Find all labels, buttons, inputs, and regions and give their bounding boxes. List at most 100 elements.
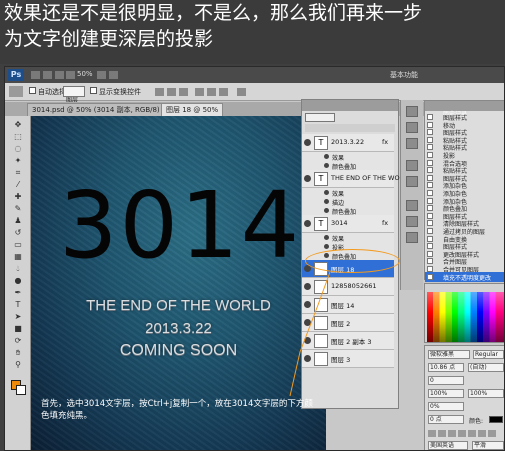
font-family-field[interactable]: 微软雅黑 [428, 350, 470, 359]
show-transform-checkbox[interactable] [90, 87, 97, 94]
language-dropdown[interactable]: 美国英语 [428, 441, 468, 450]
path-select-tool[interactable]: ➤ [11, 312, 25, 322]
all-caps-button[interactable] [448, 430, 456, 437]
navigator-icon[interactable] [406, 106, 418, 117]
swatch-grid[interactable] [427, 292, 504, 342]
layer-row[interactable]: T 3014 fx [302, 215, 394, 233]
paths-icon[interactable] [406, 232, 418, 243]
align-middle-icon[interactable] [167, 88, 176, 96]
align-right-icon[interactable] [219, 88, 228, 96]
baseline-field[interactable]: 0 点 [428, 415, 464, 424]
horizontal-scale-field[interactable]: 100% [468, 389, 504, 398]
faux-italic-button[interactable] [438, 430, 446, 437]
brush-tool[interactable]: ✎ [11, 204, 25, 214]
screen-mode-icon[interactable] [109, 71, 118, 79]
view-extras-icon[interactable] [55, 71, 64, 79]
eye-icon[interactable] [324, 208, 329, 213]
crop-tool[interactable]: ⌗ [11, 168, 25, 178]
vertical-scale-field[interactable]: 100% [428, 389, 464, 398]
layer-effect-row[interactable]: 颜色叠加 [302, 161, 394, 171]
tracking-field[interactable]: 0 [428, 376, 464, 385]
layer-effect-row[interactable]: 效果 [302, 152, 394, 162]
align-center-icon[interactable] [207, 88, 216, 96]
3d-rotate-tool[interactable]: ⟳ [11, 336, 25, 346]
gradient-tool[interactable]: ▦ [11, 252, 25, 262]
auto-select-checkbox[interactable] [29, 87, 36, 94]
hand-tool[interactable]: ✋︎ [11, 348, 25, 358]
arrange-documents-icon[interactable] [97, 71, 106, 79]
history-item[interactable]: 填充不透明度更改 [425, 271, 504, 282]
kerning-field[interactable]: 0% [428, 402, 464, 411]
small-caps-button[interactable] [458, 430, 466, 437]
dodge-tool[interactable]: ● [11, 276, 25, 286]
layer-fx-badge[interactable]: fx [382, 219, 388, 227]
eye-icon[interactable] [324, 163, 329, 168]
move-tool[interactable]: ✥ [11, 120, 25, 130]
quick-select-tool[interactable]: ✦ [11, 156, 25, 166]
layers-icon[interactable] [406, 200, 418, 211]
zoom-tool[interactable]: ⚲ [11, 360, 25, 370]
marquee-tool[interactable]: ⬚ [11, 132, 25, 142]
eye-icon[interactable] [324, 199, 329, 204]
antialias-dropdown[interactable]: 平滑 [472, 441, 504, 450]
layers-panel-header[interactable] [302, 100, 398, 111]
history-panel-header[interactable]: 历史记录 [425, 101, 504, 118]
document-tab-active[interactable]: 图层 18 @ 50% [161, 103, 224, 116]
lock-controls[interactable] [305, 124, 395, 132]
layer-row[interactable]: T THE END OF THE WORLD [302, 170, 413, 188]
pen-tool[interactable]: ✒︎ [11, 288, 25, 298]
bridge-icon[interactable] [31, 71, 40, 79]
zoom-level[interactable]: 50% [77, 70, 93, 78]
layer-effect-row[interactable]: 效果 [302, 188, 394, 198]
eye-icon[interactable] [304, 220, 311, 227]
underline-button[interactable] [488, 430, 496, 437]
channels-icon[interactable] [406, 216, 418, 227]
document-tab[interactable]: 3014.psd @ 50% (3014 副本, RGB/8) [27, 103, 165, 116]
layer-row[interactable]: T 2013.3.22 fx [302, 134, 394, 152]
document-canvas[interactable]: 3014 THE END OF THE WORLD 2013.3.22 COMI… [31, 116, 326, 450]
healing-tool[interactable]: ✚ [11, 192, 25, 202]
superscript-button[interactable] [468, 430, 476, 437]
layer-effect-row[interactable]: 颜色叠加 [302, 206, 394, 216]
subscript-button[interactable] [478, 430, 486, 437]
eye-icon[interactable] [304, 139, 311, 146]
info-icon[interactable] [406, 138, 418, 149]
align-left-icon[interactable] [195, 88, 204, 96]
font-size-field[interactable]: 10.86 点 [428, 363, 464, 372]
move-tool-preset-icon[interactable] [9, 86, 23, 97]
type-tool[interactable]: T [11, 300, 25, 310]
layer-row[interactable]: 12858052661 [302, 278, 394, 296]
stamp-tool[interactable]: ♟ [11, 216, 25, 226]
font-style-field[interactable]: Regular [473, 350, 504, 359]
leading-field[interactable]: (自动) [468, 363, 504, 372]
auto-select-target-dropdown[interactable]: 图层 [63, 86, 85, 104]
eye-icon[interactable] [304, 283, 311, 290]
shape-tool[interactable]: ■ [11, 324, 25, 334]
lasso-tool[interactable]: ◌ [11, 144, 25, 154]
histogram-icon[interactable] [406, 122, 418, 133]
blur-tool[interactable]: 💧︎ [11, 264, 25, 274]
hand-tool-icon[interactable] [66, 71, 75, 79]
blend-mode-dropdown[interactable] [305, 113, 335, 122]
eye-icon[interactable] [304, 175, 311, 182]
character-icon[interactable] [406, 160, 418, 171]
eye-icon[interactable] [324, 190, 329, 195]
text-color-swatch[interactable] [489, 416, 503, 423]
layer-effect-row[interactable]: 效果 [302, 233, 394, 243]
align-top-icon[interactable] [155, 88, 164, 96]
faux-bold-button[interactable] [428, 430, 436, 437]
history-brush-tool[interactable]: ↺ [11, 228, 25, 238]
eye-icon[interactable] [324, 235, 329, 240]
background-color-swatch[interactable] [16, 385, 26, 395]
distribute-icon[interactable] [237, 88, 246, 96]
layer-effect-row[interactable]: 描边 [302, 197, 394, 207]
eraser-tool[interactable]: ▭ [11, 240, 25, 250]
layer-fx-badge[interactable]: fx [382, 138, 388, 146]
eye-icon[interactable] [324, 244, 329, 249]
eyedropper-tool[interactable]: ⁄ [11, 180, 25, 190]
workspace-switcher[interactable]: 基本功能 [390, 70, 418, 80]
align-bottom-icon[interactable] [179, 88, 188, 96]
eye-icon[interactable] [324, 154, 329, 159]
mini-bridge-icon[interactable] [43, 71, 52, 79]
paragraph-icon[interactable] [406, 176, 418, 187]
